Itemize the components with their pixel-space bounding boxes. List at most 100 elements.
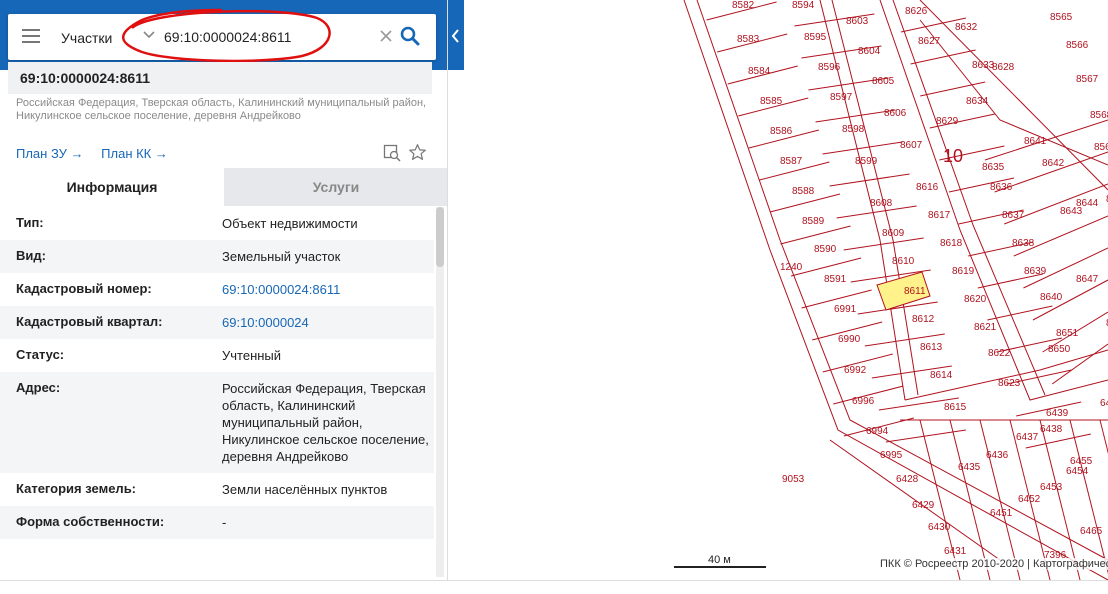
parcel-label[interactable]: 8568 xyxy=(1090,110,1108,121)
parcel-label[interactable]: 8586 xyxy=(770,126,793,137)
parcel-label[interactable]: 8637 xyxy=(1002,210,1025,221)
parcel-label[interactable]: 8641 xyxy=(1024,136,1047,147)
cadastral-number-link[interactable]: 69:10:0000024:8611 xyxy=(222,281,432,298)
parcel-label[interactable]: 8566 xyxy=(1066,40,1089,51)
parcel-label[interactable]: 8587 xyxy=(780,156,803,167)
chevron-down-icon[interactable] xyxy=(142,27,156,41)
parcel-label[interactable]: 8612 xyxy=(912,314,935,325)
parcel-label[interactable]: 8590 xyxy=(814,244,837,255)
parcel-label[interactable]: 8622 xyxy=(988,348,1011,359)
parcel-label[interactable]: 6452 xyxy=(1018,494,1041,505)
search-on-map-icon[interactable] xyxy=(383,144,401,162)
parcel-label[interactable]: 8635 xyxy=(982,162,1005,173)
parcel-label[interactable]: 8588 xyxy=(792,186,815,197)
parcel-label[interactable]: 8591 xyxy=(824,274,847,285)
parcel-label[interactable]: 6436 xyxy=(986,450,1009,461)
parcel-label[interactable]: 8614 xyxy=(930,370,953,381)
parcel-label[interactable]: 6994 xyxy=(866,426,889,437)
parcel-label[interactable]: 6435 xyxy=(958,462,981,473)
parcel-label[interactable]: 8589 xyxy=(802,216,825,227)
parcel-label[interactable]: 8565 xyxy=(1050,12,1073,23)
parcel-label[interactable]: 6440 xyxy=(1100,398,1108,409)
parcel-label[interactable]: 6990 xyxy=(838,334,861,345)
parcel-label[interactable]: 6995 xyxy=(880,450,903,461)
star-icon[interactable] xyxy=(408,143,427,162)
parcel-label[interactable]: 8583 xyxy=(737,34,760,45)
collapse-panel-button[interactable] xyxy=(448,0,464,70)
parcel-label[interactable]: 6465 xyxy=(1080,526,1103,537)
parcel-label[interactable]: 8610 xyxy=(892,256,915,267)
parcel-label[interactable]: 8594 xyxy=(792,0,815,11)
parcel-label[interactable]: 8629 xyxy=(936,116,959,127)
search-input[interactable] xyxy=(164,26,374,48)
parcel-label[interactable]: 8639 xyxy=(1024,266,1047,277)
parcel-label[interactable]: 9053 xyxy=(782,474,805,485)
parcel-label[interactable]: 8613 xyxy=(920,342,943,353)
parcel-label[interactable]: 8567 xyxy=(1076,74,1099,85)
parcel-label[interactable]: 8632 xyxy=(955,22,978,33)
parcel-label[interactable]: 8609 xyxy=(882,228,905,239)
parcel-label[interactable]: 8651 xyxy=(1056,328,1079,339)
parcel-label[interactable]: 6438 xyxy=(1040,424,1063,435)
parcel-label[interactable]: 8617 xyxy=(928,210,951,221)
parcel-label[interactable]: 8604 xyxy=(858,46,881,57)
tab-services[interactable]: Услуги xyxy=(224,168,447,206)
parcel-label[interactable]: 6430 xyxy=(928,522,951,533)
parcel-label[interactable]: 8616 xyxy=(916,182,939,193)
parcel-label[interactable]: 8615 xyxy=(944,402,967,413)
parcel-label[interactable]: 6437 xyxy=(1016,432,1039,443)
parcel-label[interactable]: 8636 xyxy=(990,182,1013,193)
tab-info[interactable]: Информация xyxy=(0,168,224,206)
close-icon[interactable] xyxy=(378,28,394,44)
parcel-label[interactable]: 8603 xyxy=(846,16,869,27)
plan-kk-link[interactable]: План КК → xyxy=(101,146,168,161)
parcel-label[interactable]: 8643 xyxy=(1060,206,1083,217)
parcel-label[interactable]: 8642 xyxy=(1042,158,1065,169)
parcel-label[interactable]: 8596 xyxy=(818,62,841,73)
parcel-label[interactable]: 6453 xyxy=(1040,482,1063,493)
parcel-label[interactable]: 8595 xyxy=(804,32,827,43)
parcel-label[interactable]: 6428 xyxy=(896,474,919,485)
parcel-label[interactable]: 6454 xyxy=(1066,466,1089,477)
parcel-label[interactable]: 8638 xyxy=(1012,238,1035,249)
parcel-label[interactable]: 8628 xyxy=(992,62,1015,73)
scrollbar-thumb[interactable] xyxy=(436,207,444,267)
parcel-label[interactable]: 6431 xyxy=(944,546,967,557)
plan-zu-link[interactable]: План ЗУ → xyxy=(16,146,84,161)
parcel-label[interactable]: 8569 xyxy=(1094,142,1108,153)
parcel-label[interactable]: 8618 xyxy=(940,238,963,249)
parcel-label[interactable]: 8585 xyxy=(760,96,783,107)
parcel-label[interactable]: 8650 xyxy=(1048,344,1071,355)
cadastral-block-link[interactable]: 69:10:0000024 xyxy=(222,314,432,331)
parcel-label[interactable]: 8582 xyxy=(732,0,755,11)
parcel-label[interactable]: 6991 xyxy=(834,304,857,315)
parcel-label[interactable]: 8621 xyxy=(974,322,997,333)
parcel-label[interactable]: 8611 xyxy=(904,286,926,297)
search-suggestion[interactable]: 69:10:0000024:8611 xyxy=(8,62,432,94)
cadastral-map[interactable]: 8582 8594 8603 8626 8632 8565 8583 8595 8604 8627… xyxy=(464,0,1108,580)
category-select[interactable]: Участки xyxy=(61,30,112,46)
parcel-label[interactable]: 8584 xyxy=(748,66,771,77)
menu-icon[interactable] xyxy=(22,29,40,43)
parcel-label[interactable]: 8626 xyxy=(905,6,928,17)
parcel-label[interactable]: 8607 xyxy=(900,140,923,151)
parcel-label[interactable]: 8627 xyxy=(918,36,941,47)
parcel-label[interactable]: 8599 xyxy=(855,156,878,167)
parcel-label[interactable]: 6992 xyxy=(844,365,867,376)
parcel-label[interactable]: 8598 xyxy=(842,124,865,135)
parcel-label[interactable]: 8647 xyxy=(1076,274,1099,285)
parcel-label[interactable]: 6429 xyxy=(912,500,935,511)
parcel-label[interactable]: 8606 xyxy=(884,108,907,119)
parcel-label[interactable]: 8620 xyxy=(964,294,987,305)
parcel-layer[interactable]: 8582 8594 8603 8626 8632 8565 8583 8595 8604 8627… xyxy=(464,0,1108,580)
parcel-label[interactable]: 6439 xyxy=(1046,408,1069,419)
parcel-label[interactable]: 8619 xyxy=(952,266,975,277)
parcel-label[interactable]: 8640 xyxy=(1040,292,1063,303)
parcel-label[interactable]: 8623 xyxy=(998,378,1021,389)
parcel-label[interactable]: 8605 xyxy=(872,76,895,87)
parcel-label[interactable]: 1240 xyxy=(780,262,803,273)
parcel-label[interactable]: 6996 xyxy=(852,396,875,407)
parcel-label[interactable]: 6451 xyxy=(990,508,1013,519)
search-icon[interactable] xyxy=(400,26,420,46)
parcel-label[interactable]: 8608 xyxy=(870,198,893,209)
